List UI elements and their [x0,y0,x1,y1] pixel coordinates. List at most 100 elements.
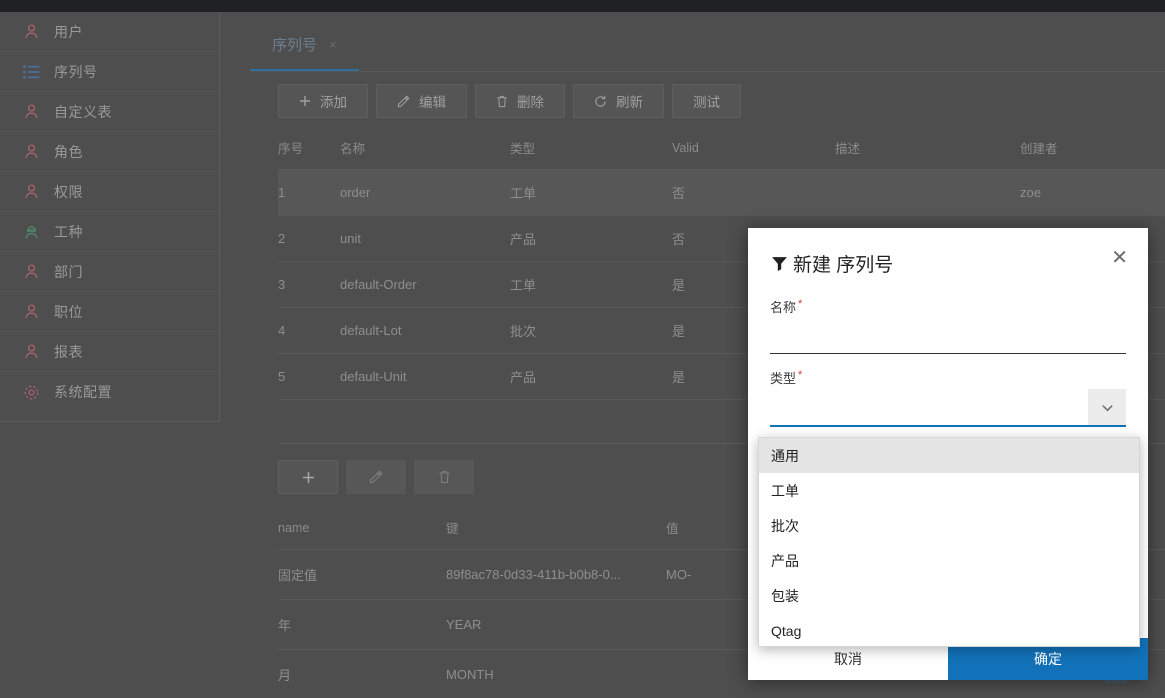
sidebar-item-label: 系统配置 [54,384,112,400]
detail-column-header[interactable]: 键 [446,508,666,550]
user-icon [22,183,40,201]
main-toolbar: 添加 编辑 删除 刷新 测试 [278,72,1165,128]
table-cell: 产品 [510,215,672,262]
table-cell: 5 [278,353,340,400]
dropdown-option-2[interactable]: 工单 [759,473,1139,508]
worker-icon [22,223,40,241]
dialog-body: 名称 * 类型 * [748,277,1148,427]
type-input[interactable] [770,389,1088,425]
table-cell: 3 [278,261,340,308]
user-icon [22,343,40,361]
sidebar-item-1[interactable]: 用户 [0,12,219,52]
edit-button-label: 编辑 [419,95,446,110]
sidebar-item-10[interactable]: 系统配置 [0,372,219,412]
tab-serial-number[interactable]: 序列号 × [250,20,359,71]
delete-button[interactable]: 删除 [475,84,565,118]
dropdown-option-4[interactable]: 产品 [759,543,1139,578]
edit-icon [397,94,410,108]
sidebar-item-label: 序列号 [54,63,98,80]
table-cell: 4 [278,307,340,354]
add-button[interactable]: 添加 [278,84,368,118]
sidebar-item-label: 部门 [54,263,83,280]
plus-icon [302,471,314,483]
app-root: 用户序列号自定义表角色权限工种部门职位报表系统配置 序列号 × 添加 [0,0,1165,698]
dialog-header: 新建 序列号 ✕ [748,228,1148,277]
detail-add-button[interactable] [278,460,338,494]
table-cell: 工单 [510,169,672,216]
close-icon[interactable]: × [329,37,337,52]
window-titlebar [0,0,1165,12]
required-marker: * [798,297,803,310]
sidebar-item-5[interactable]: 权限 [0,172,219,212]
sidebar-item-label: 权限 [54,183,83,200]
sidebar-item-label: 职位 [54,303,83,320]
dropdown-option-1[interactable]: 通用 [759,438,1139,473]
tab-label: 序列号 [272,37,318,54]
type-select[interactable] [770,389,1126,427]
name-label-text: 名称 [770,300,797,315]
refresh-icon [594,95,607,108]
name-input[interactable] [770,327,1126,344]
detail-edit-button[interactable] [346,460,406,494]
add-button-label: 添加 [320,95,347,110]
table-cell: MONTH [446,649,666,698]
dropdown-option-5[interactable]: 包装 [759,578,1139,613]
column-header[interactable]: Valid [672,128,835,170]
table-cell: default-Lot [340,307,510,354]
sidebar-item-4[interactable]: 角色 [0,132,219,172]
column-header[interactable]: 创建者 [1020,128,1165,170]
sidebar-item-3[interactable]: 自定义表 [0,92,219,132]
refresh-button[interactable]: 刷新 [573,84,664,118]
type-label-text: 类型 [770,371,797,386]
sidebar-item-label: 用户 [54,23,83,40]
table-cell: 1 [278,169,340,216]
sidebar-item-6[interactable]: 工种 [0,212,219,252]
sidebar-item-2[interactable]: 序列号 [0,52,219,92]
table-cell: YEAR [446,599,666,650]
column-header[interactable]: 名称 [340,128,510,170]
delete-button-label: 删除 [517,95,544,110]
detail-delete-button[interactable] [414,460,474,494]
plus-icon [299,95,311,107]
close-icon[interactable]: ✕ [1111,248,1128,268]
dropdown-option-3[interactable]: 批次 [759,508,1139,543]
table-cell [835,169,1020,216]
sidebar-item-9[interactable]: 报表 [0,332,219,372]
sidebar-item-7[interactable]: 部门 [0,252,219,292]
user-icon [22,263,40,281]
table-cell: 89f8ac78-0d33-411b-b0b8-0... [446,549,666,600]
list-icon [22,63,40,81]
column-header[interactable]: 描述 [835,128,1020,170]
type-dropdown-list[interactable]: 通用 工单 批次 产品 包装 Qtag [758,437,1140,647]
edit-button[interactable]: 编辑 [376,84,467,118]
detail-column-header[interactable]: name [278,508,446,550]
trash-icon [439,470,449,484]
dialog-title-text: 新建 序列号 [793,255,894,276]
sidebar-item-8[interactable]: 职位 [0,292,219,332]
dialog-title: 新建 序列号 [770,250,893,277]
table-cell: unit [340,215,510,262]
dropdown-option-6[interactable]: Qtag [759,613,1139,646]
refresh-button-label: 刷新 [616,95,643,110]
user-icon [22,23,40,41]
table-cell: 月 [278,649,446,698]
user-icon [22,103,40,121]
chevron-down-icon[interactable] [1088,389,1126,425]
table-cell: 否 [672,169,835,216]
test-button[interactable]: 测试 [672,84,741,118]
sidebar-nav: 用户序列号自定义表角色权限工种部门职位报表系统配置 [0,12,220,422]
table-cell: zoe [1020,169,1165,216]
name-input-wrapper [770,318,1126,354]
table-cell: 2 [278,215,340,262]
table-row[interactable]: 1 order 工单否 zoe [278,169,1165,216]
edit-icon [369,470,383,484]
sidebar-item-label: 自定义表 [54,103,112,120]
table-cell: default-Unit [340,353,510,400]
column-header[interactable]: 序号 [278,128,340,170]
sidebar-item-label: 工种 [54,223,83,240]
column-header[interactable]: 类型 [510,128,672,170]
table-cell: 年 [278,599,446,650]
type-field-group: 类型 * [770,368,1126,427]
name-field-group: 名称 * [770,297,1126,354]
table-cell: 工单 [510,261,672,308]
